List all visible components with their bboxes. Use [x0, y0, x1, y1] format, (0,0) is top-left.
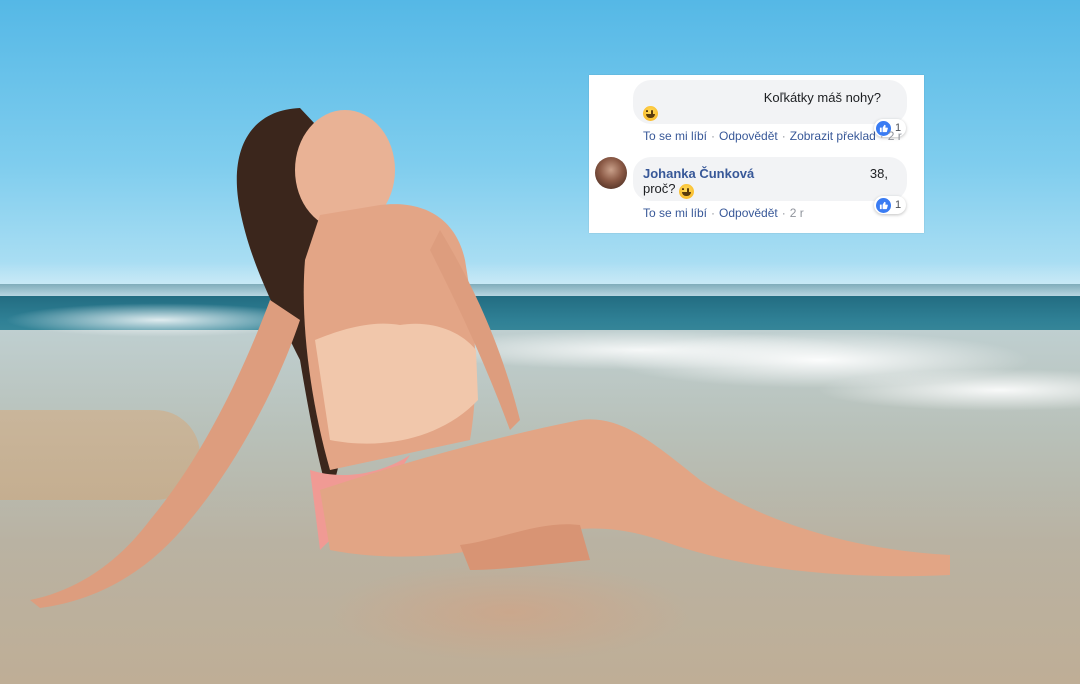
translate-link[interactable]: Zobrazit překlad — [790, 129, 876, 143]
reaction-count: 1 — [895, 199, 902, 211]
comment-age: 38, — [869, 166, 888, 181]
facebook-comments-card: Koľkátky máš nohy? 1 To se mi líbí · Odpov… — [589, 75, 924, 233]
avatar[interactable] — [595, 157, 627, 189]
reply-link[interactable]: Odpovědět — [719, 129, 778, 143]
comment-time[interactable]: 2 r — [790, 206, 804, 220]
grinning-emoji-icon — [643, 106, 658, 121]
comment-actions: To se mi líbí · Odpovědět · Zobrazit překlad… — [643, 129, 902, 143]
reaction-count-badge[interactable]: 1 — [874, 196, 907, 214]
thumbs-up-icon — [876, 197, 891, 213]
comment-bubble: Koľkátky máš nohy? — [633, 80, 907, 124]
grinning-emoji-icon — [678, 184, 694, 200]
comment-text: Koľkátky máš nohy? — [763, 90, 881, 105]
comment-text: proč? — [643, 181, 676, 196]
like-link[interactable]: To se mi líbí — [643, 206, 707, 220]
reply-link[interactable]: Odpovědět — [719, 206, 778, 220]
comment-time[interactable]: 2 r — [888, 129, 902, 143]
comment-actions: To se mi líbí · Odpovědět · 2 r — [643, 206, 804, 220]
like-link[interactable]: To se mi líbí — [643, 129, 707, 143]
comment-bubble: Johanka Čunková 38, proč? — [633, 157, 907, 201]
comment-text-line: proč? — [643, 180, 694, 200]
